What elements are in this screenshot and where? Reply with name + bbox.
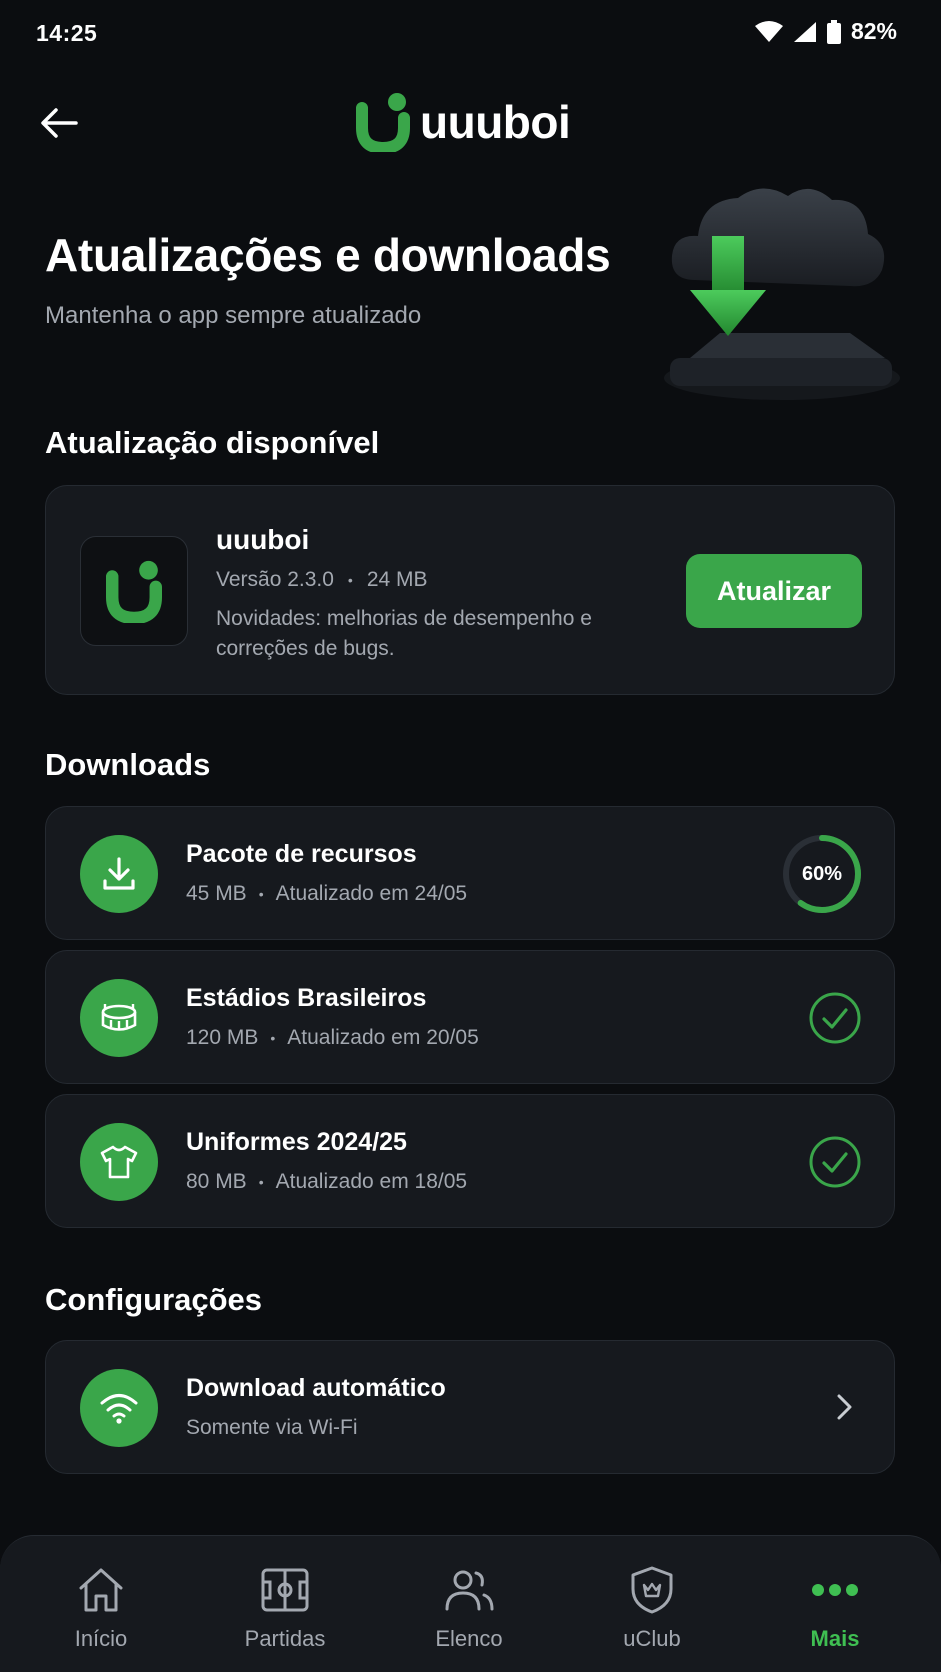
download-item-name: Estádios Brasileiros — [186, 984, 427, 1012]
nav-label: Início — [74, 1626, 128, 1651]
cloud-download-illustration — [664, 188, 900, 400]
setting-value: Somente via Wi-Fi — [186, 1416, 358, 1439]
wifi-signal-icon — [754, 20, 783, 42]
download-item-updated: Atualizado em 18/05 — [275, 1170, 468, 1193]
battery-icon — [826, 19, 841, 44]
update-notes: Novidades: melhorias de desempenho e cor… — [216, 607, 592, 660]
users-icon — [445, 1570, 494, 1611]
cell-signal-icon — [793, 21, 816, 42]
stadium-icon-circle — [80, 979, 158, 1057]
download-item-resources[interactable]: Pacote de recursos 45 MB • Atualizado em… — [45, 806, 895, 940]
separator-dot: • — [258, 1174, 264, 1190]
separator-dot: • — [258, 886, 264, 902]
update-card: uuuboi Versão 2.3.0 • 24 MB Novidades: m… — [45, 485, 895, 695]
auto-download-setting[interactable]: Download automático Somente via Wi-Fi — [45, 1340, 895, 1474]
download-item-name: Uniformes 2024/25 — [186, 1128, 407, 1156]
shield-icon — [631, 1566, 673, 1614]
battery-percent: 82% — [850, 18, 897, 44]
nav-label: uClub — [623, 1626, 681, 1651]
setting-label: Download automático — [186, 1374, 446, 1402]
nav-item-inicio[interactable]: Início — [26, 1562, 176, 1652]
update-button[interactable]: Atualizar — [686, 554, 862, 628]
status-time: 14:25 — [36, 20, 98, 46]
update-meta: Versão 2.3.0 • 24 MB — [216, 568, 428, 592]
separator-dot: • — [347, 572, 353, 588]
nav-item-elenco[interactable]: Elenco — [394, 1562, 544, 1652]
wifi-icon — [100, 1394, 138, 1424]
logo-mark-icon — [106, 560, 162, 623]
bottom-navigation: Início Partidas Elenco uClub Mais — [0, 1535, 941, 1672]
shirt-icon — [100, 1145, 138, 1179]
download-item-uniforms[interactable]: Uniformes 2024/25 80 MB • Atualizado em … — [45, 1094, 895, 1228]
update-version: Versão 2.3.0 — [216, 568, 334, 591]
download-item-meta: 80 MB • Atualizado em 18/05 — [186, 1170, 467, 1194]
update-app-name: uuuboi — [216, 524, 310, 555]
download-item-size: 120 MB — [186, 1026, 259, 1049]
page-title: Atualizações e downloads — [45, 229, 611, 281]
download-item-meta: 120 MB • Atualizado em 20/05 — [186, 1026, 479, 1050]
download-icon — [103, 857, 135, 890]
download-item-updated: Atualizado em 24/05 — [275, 882, 468, 905]
check-circle-icon — [809, 1136, 861, 1188]
separator-dot: • — [270, 1030, 276, 1046]
more-icon — [812, 1584, 858, 1596]
download-item-stadiums[interactable]: Estádios Brasileiros 120 MB • Atualizado… — [45, 950, 895, 1084]
stadium-icon — [101, 1004, 137, 1031]
shirt-icon-circle — [80, 1123, 158, 1201]
download-item-meta: 45 MB • Atualizado em 24/05 — [186, 882, 467, 906]
nav-label: Partidas — [244, 1626, 326, 1651]
download-item-updated: Atualizado em 20/05 — [287, 1026, 479, 1049]
nav-label: Mais — [810, 1626, 860, 1651]
home-icon — [79, 1568, 123, 1612]
chevron-right-icon — [837, 1394, 852, 1420]
download-item-size: 80 MB — [186, 1170, 247, 1193]
progress-label: 60% — [801, 862, 843, 885]
download-item-name: Pacote de recursos — [186, 840, 417, 868]
back-button[interactable] — [34, 98, 84, 148]
nav-item-uclub[interactable]: uClub — [577, 1562, 727, 1652]
downloads-section-title: Downloads — [45, 747, 211, 782]
field-icon — [261, 1568, 309, 1612]
download-item-size: 45 MB — [186, 882, 247, 905]
update-section-title: Atualização disponível — [45, 425, 380, 460]
nav-item-mais[interactable]: Mais — [760, 1562, 910, 1652]
status-indicators: 82% — [754, 18, 897, 45]
check-circle-icon — [809, 992, 861, 1044]
settings-section-title: Configurações — [45, 1282, 263, 1317]
arrow-left-icon — [41, 108, 78, 138]
brand-logo: uuuboi — [356, 92, 571, 152]
wifi-icon-circle — [80, 1369, 158, 1447]
nav-item-partidas[interactable]: Partidas — [210, 1562, 360, 1652]
nav-label: Elenco — [435, 1626, 503, 1651]
app-icon — [80, 536, 188, 646]
download-icon-circle — [80, 835, 158, 913]
page-subtitle: Mantenha o app sempre atualizado — [45, 302, 422, 329]
brand-name: uuuboi — [420, 96, 571, 148]
logo-mark-icon — [356, 93, 410, 152]
update-size: 24 MB — [366, 568, 428, 591]
